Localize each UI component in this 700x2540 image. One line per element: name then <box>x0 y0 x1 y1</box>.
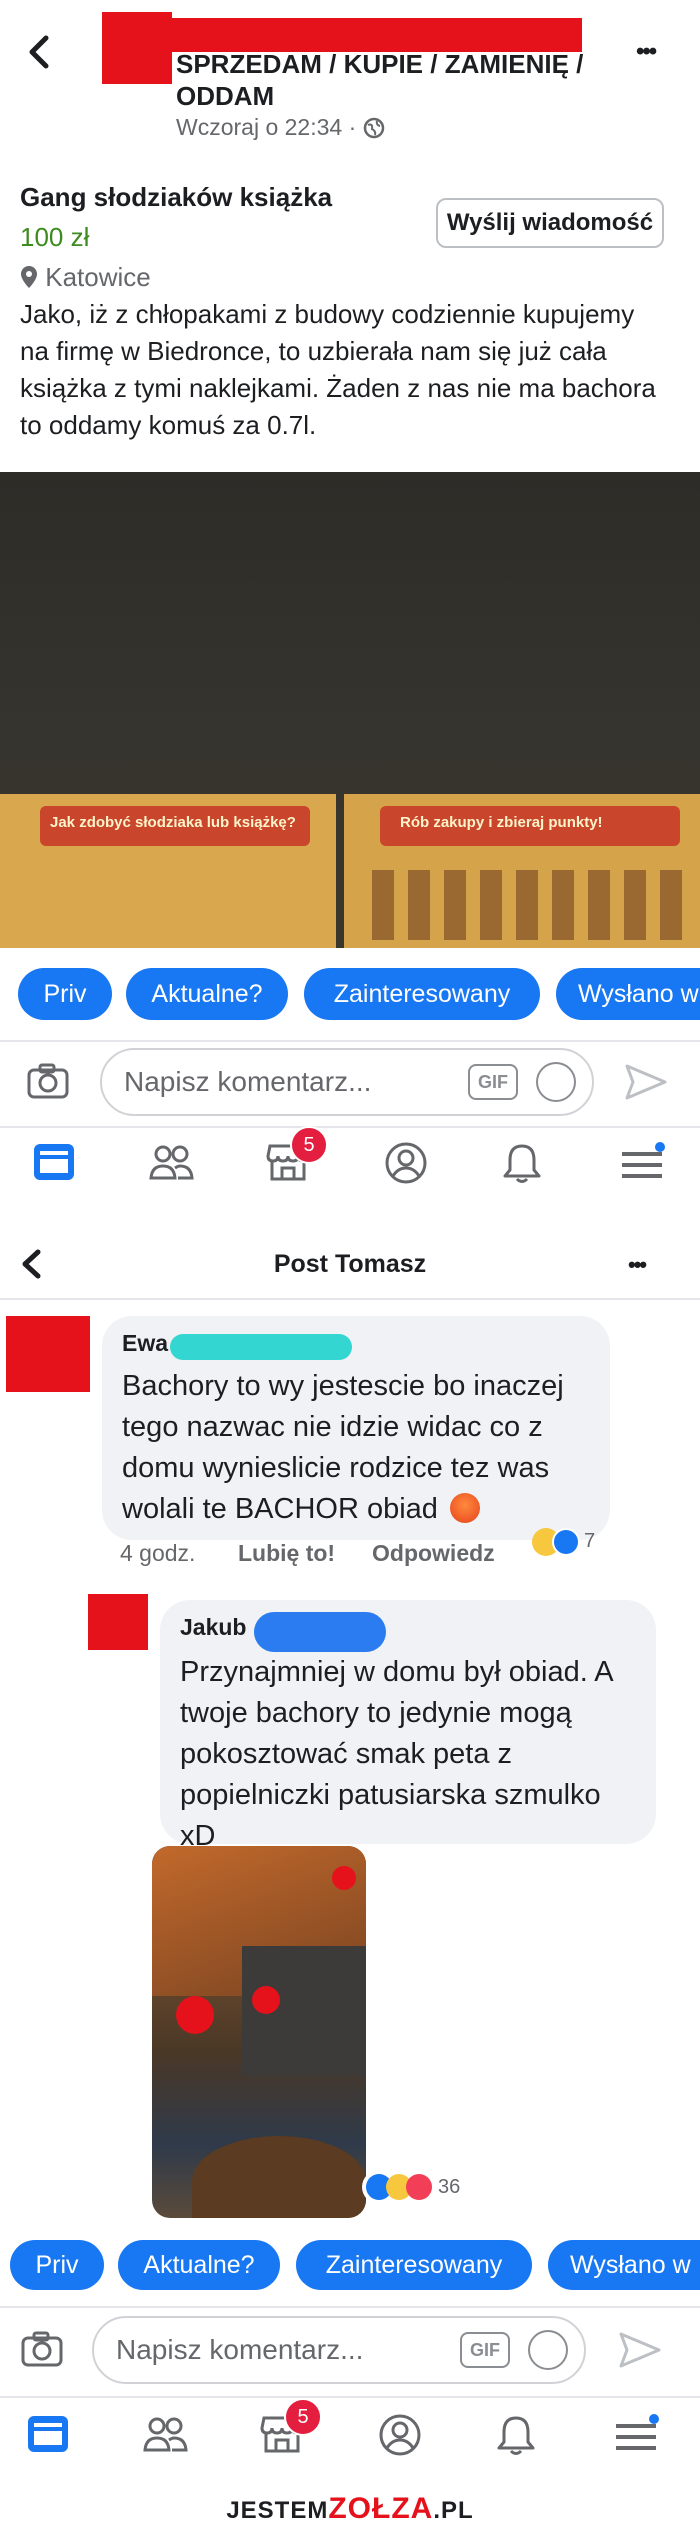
listing-location: Katowice <box>20 262 151 293</box>
nav-notifications-button[interactable] <box>496 2414 536 2461</box>
profile-icon <box>379 2414 421 2456</box>
nav-menu-button[interactable] <box>614 2414 660 2461</box>
comment-time: 4 godz. <box>120 1540 196 1566</box>
listing-photo[interactable]: Jak zdobyć słodziaka lub książkę? Rób za… <box>0 472 700 948</box>
chip-priv[interactable]: Priv <box>18 968 112 1020</box>
gif-button[interactable]: GIF <box>460 2332 510 2368</box>
divider <box>0 1040 700 1042</box>
redact-face-2 <box>252 1986 280 2014</box>
photo-stickers <box>372 870 692 940</box>
comment-input[interactable]: Napisz komentarz... GIF <box>100 1048 594 1116</box>
post-title: Post Tomasz <box>273 1250 427 1278</box>
send-icon <box>619 2332 661 2368</box>
divider <box>0 2396 700 2398</box>
bell-icon <box>503 1144 541 1183</box>
comment-text: Bachory to wy jestescie bo inaczej tego … <box>122 1370 564 1525</box>
send-icon <box>625 1064 667 1100</box>
reaction-count: 7 <box>584 1530 596 1552</box>
friends-icon <box>149 1145 194 1180</box>
comment-author[interactable]: Ewa <box>122 1330 168 1356</box>
send-button[interactable] <box>624 1062 668 1107</box>
notification-badge: 5 <box>290 1126 328 1164</box>
gif-button[interactable]: GIF <box>468 1064 518 1100</box>
redacted-avatar-name <box>102 12 172 84</box>
chip-aktualne[interactable]: Aktualne? <box>126 968 288 1020</box>
chip-zainteresowany[interactable]: Zainteresowany <box>304 968 540 1020</box>
chip-wyslano[interactable]: Wysłano w <box>548 2240 700 2290</box>
send-button[interactable] <box>618 2330 662 2375</box>
chevron-left-icon <box>29 35 49 69</box>
chip-zainteresowany[interactable]: Zainteresowany <box>296 2240 532 2290</box>
nav-friends-button[interactable] <box>148 1142 194 1187</box>
divider <box>0 2306 700 2308</box>
chip-priv[interactable]: Priv <box>10 2240 104 2290</box>
comment-placeholder: Napisz komentarz... <box>124 1066 372 1097</box>
post-more-button[interactable]: ••• <box>628 1252 647 1278</box>
nav-profile-button[interactable] <box>384 1142 428 1189</box>
location-pin-icon <box>21 266 37 288</box>
like-reaction-icon <box>552 1528 580 1556</box>
divider <box>0 1298 700 1300</box>
cyan-scribble-redaction <box>170 1334 352 1360</box>
blue-scribble-redaction <box>254 1612 386 1652</box>
camera-icon <box>21 2331 63 2367</box>
reply-button[interactable]: Odpowiedz <box>372 1540 495 1567</box>
notification-badge: 5 <box>284 2398 322 2436</box>
hamburger-menu-icon <box>622 1142 665 1178</box>
reply-photo[interactable] <box>152 1846 366 2218</box>
nav-notifications-button[interactable] <box>502 1142 542 1189</box>
reactions-summary[interactable]: 36 <box>362 2170 494 2204</box>
listing-price: 100 zł <box>20 222 90 252</box>
post-timestamp: Wczoraj o 22:34 · <box>176 114 385 141</box>
reaction-count: 36 <box>438 2176 461 2198</box>
profile-icon <box>385 1142 427 1184</box>
feed-icon <box>34 1144 74 1180</box>
angry-emoji-icon <box>449 1493 480 1523</box>
chip-aktualne[interactable]: Aktualne? <box>118 2240 280 2290</box>
friends-icon <box>143 2417 188 2452</box>
listing-title: Gang słodziaków książka <box>20 182 333 212</box>
group-name[interactable]: SPRZEDAM / KUPIE / ZAMIENIĘ / ODDAM <box>176 48 606 112</box>
comment-bubble: Ewa Bachory to wy jestescie bo inaczej t… <box>102 1316 610 1540</box>
comment-placeholder: Napisz komentarz... <box>116 2334 364 2365</box>
redact-face-3 <box>332 1866 356 1890</box>
emoji-icon[interactable] <box>536 1062 576 1102</box>
listing-description: Jako, iż z chłopakami z budowy codzienni… <box>20 299 656 440</box>
comment-author-row: Ewa <box>122 1330 590 1360</box>
send-message-button[interactable]: Wyślij wiadomość <box>436 198 664 248</box>
post-more-button[interactable]: ••• <box>636 38 657 66</box>
hamburger-menu-icon <box>616 2414 659 2450</box>
comment-author-row: Jakub <box>180 1612 636 1652</box>
comment-author[interactable]: Jakub <box>180 1614 246 1640</box>
emoji-icon[interactable] <box>528 2330 568 2370</box>
reply-bubble: Jakub Przynajmniej w domu był obiad. A t… <box>160 1600 656 1852</box>
bell-icon <box>497 2416 535 2455</box>
love-reaction-icon <box>406 2174 432 2200</box>
redacted-avatar <box>88 1594 148 1650</box>
nav-feed-button[interactable] <box>26 2414 70 2459</box>
photo-text-left: Jak zdobyć słodziaka lub książkę? <box>50 814 296 831</box>
globe-icon <box>363 117 384 139</box>
redacted-avatar <box>6 1316 90 1392</box>
camera-button[interactable] <box>26 1062 70 1100</box>
photo-table <box>192 2136 366 2218</box>
camera-button[interactable] <box>20 2330 64 2368</box>
nav-friends-button[interactable] <box>142 2414 188 2459</box>
feed-icon <box>28 2416 68 2452</box>
chip-wyslano[interactable]: Wysłano w <box>556 968 700 1020</box>
back-button[interactable] <box>20 30 60 74</box>
divider <box>0 1126 700 1128</box>
nav-menu-button[interactable] <box>620 1142 666 1189</box>
nav-feed-button[interactable] <box>32 1142 76 1187</box>
comment-text: Przynajmniej w domu był obiad. A twoje b… <box>180 1656 612 1852</box>
redacted-name-bar <box>172 18 582 52</box>
photo-text-right: Rób zakupy i zbieraj punkty! <box>400 814 603 831</box>
camera-icon <box>27 1063 69 1099</box>
like-button[interactable]: Lubię to! <box>238 1540 335 1567</box>
nav-profile-button[interactable] <box>378 2414 422 2461</box>
watermark: JESTEMZOŁZA.PL <box>226 2492 474 2525</box>
redact-face-1 <box>176 1996 214 2034</box>
comment-input[interactable]: Napisz komentarz... GIF <box>92 2316 586 2384</box>
